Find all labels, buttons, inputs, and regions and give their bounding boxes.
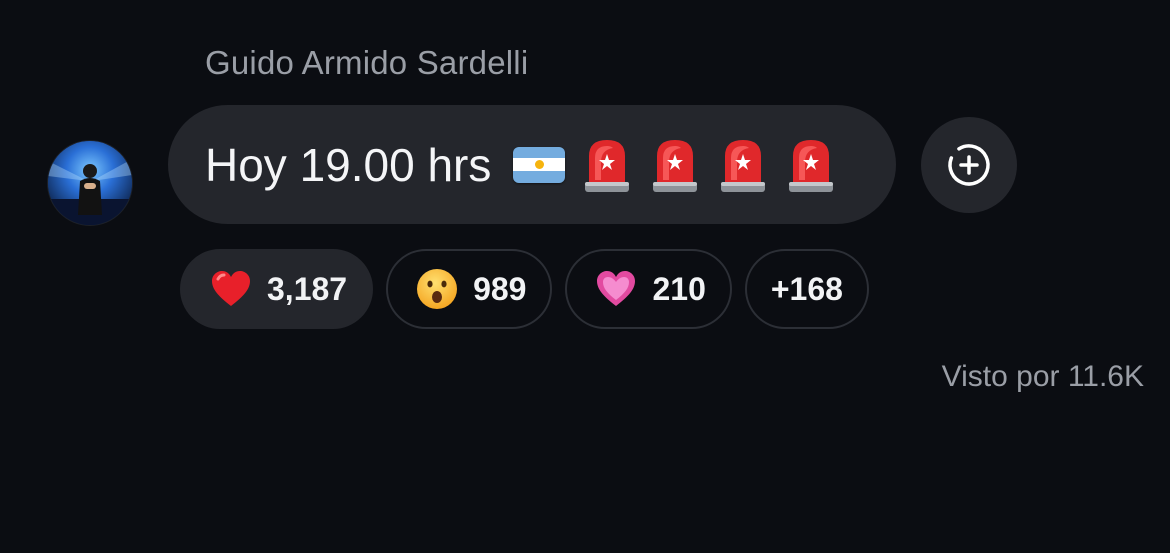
more-reactions-count: +168 xyxy=(770,270,843,307)
police-siren-icon xyxy=(653,139,698,192)
reaction-count: 989 xyxy=(473,270,527,307)
seen-by-count: Visto por 11.6K xyxy=(941,360,1144,393)
police-siren-icon xyxy=(721,139,766,192)
police-siren-icon xyxy=(789,139,834,192)
message-bubble[interactable]: Hoy 19.00 hrs xyxy=(168,105,896,224)
message-text: Hoy 19.00 hrs xyxy=(205,138,492,191)
reaction-red-heart[interactable]: 3,187 xyxy=(180,249,374,329)
sender-name: Guido Armido Sardelli xyxy=(205,44,529,81)
reaction-pink-heart[interactable]: 210 xyxy=(565,249,732,329)
reaction-count: 3,187 xyxy=(267,270,348,307)
more-reactions-button[interactable]: +168 xyxy=(744,249,869,329)
police-siren-icon xyxy=(585,139,630,192)
add-reaction-button[interactable] xyxy=(921,117,1017,213)
surprised-face-icon xyxy=(415,267,459,311)
flag-argentina-icon xyxy=(513,146,566,183)
reaction-surprised[interactable]: 989 xyxy=(386,249,553,329)
add-reaction-icon xyxy=(948,144,990,186)
pink-heart-icon xyxy=(594,267,638,311)
reactions-bar: 3,187 989 210 +168 xyxy=(180,249,869,329)
reaction-count: 210 xyxy=(652,270,706,307)
avatar[interactable] xyxy=(48,141,132,225)
red-heart-icon xyxy=(209,267,253,311)
message-emojis xyxy=(513,136,837,194)
